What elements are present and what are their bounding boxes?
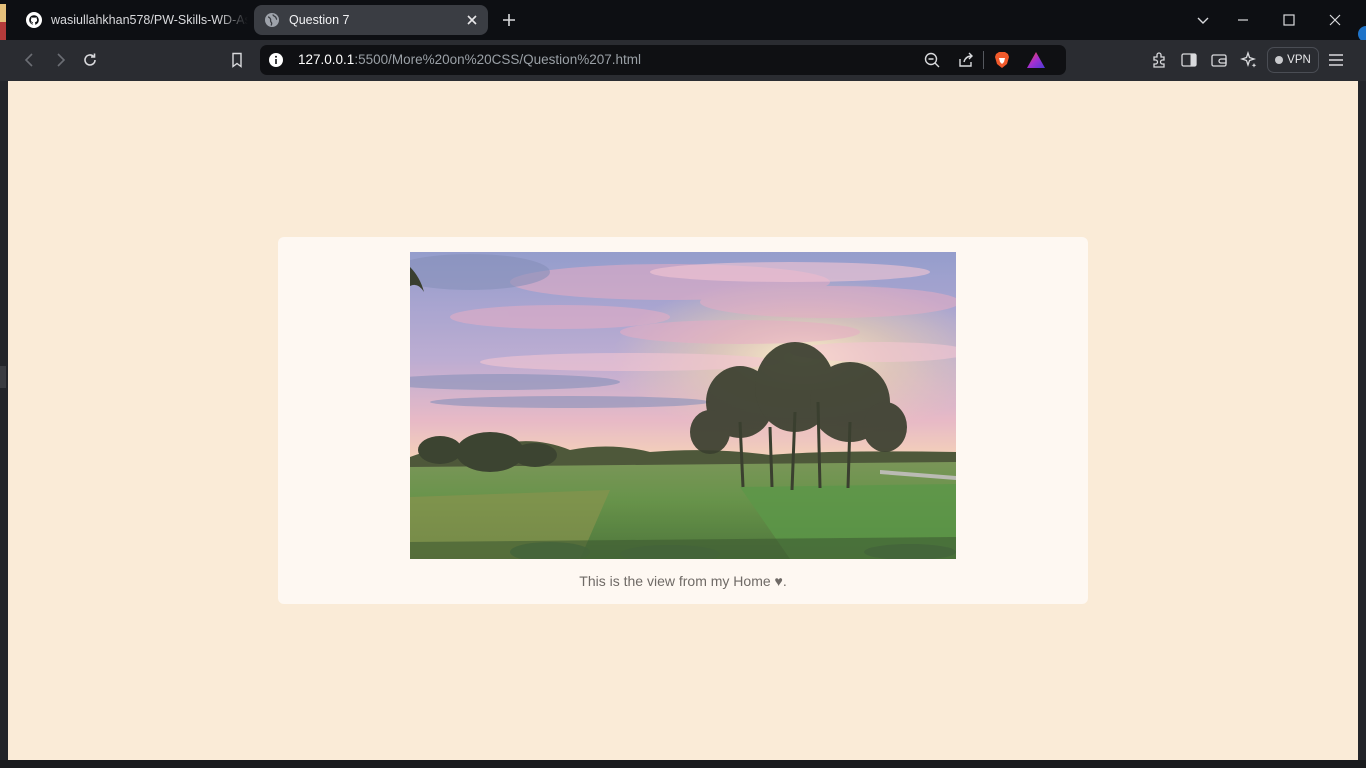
- new-tab-icon[interactable]: [500, 11, 518, 29]
- photo-caption: This is the view from my Home ♥.: [579, 573, 787, 589]
- share-icon[interactable]: [957, 51, 975, 69]
- site-info-icon[interactable]: [268, 52, 284, 68]
- menu-icon[interactable]: [1327, 51, 1345, 69]
- tab-title: wasiullahkhan578/PW-Skills-WD-Assignment…: [51, 13, 248, 27]
- home-view-photo: [410, 252, 956, 559]
- left-window-edge: [0, 81, 8, 760]
- address-url[interactable]: 127.0.0.1:5500/More%20on%20CSS/Question%…: [298, 52, 641, 67]
- zoom-out-icon[interactable]: [923, 51, 941, 69]
- tab-question-7[interactable]: Question 7: [254, 5, 488, 35]
- maximize-icon[interactable]: [1281, 12, 1297, 28]
- sidebar-toggle-icon[interactable]: [1180, 51, 1198, 69]
- back-icon[interactable]: [21, 51, 39, 69]
- reload-icon[interactable]: [81, 51, 99, 69]
- vpn-label: VPN: [1287, 54, 1311, 66]
- left-edge-marker-red: [0, 22, 6, 42]
- browser-window: wasiullahkhan578/PW-Skills-WD-Assignment…: [0, 0, 1366, 768]
- right-window-edge: [1358, 81, 1366, 760]
- tab-strip: wasiullahkhan578/PW-Skills-WD-Assignment…: [0, 0, 1366, 42]
- forward-icon[interactable]: [51, 51, 69, 69]
- window-bottom-edge: [0, 760, 1366, 768]
- close-window-icon[interactable]: [1327, 12, 1343, 28]
- github-icon: [26, 12, 42, 28]
- tab-github[interactable]: wasiullahkhan578/PW-Skills-WD-Assignment…: [16, 5, 248, 35]
- left-edge-marker: [0, 4, 6, 22]
- leo-ai-icon[interactable]: [1240, 51, 1258, 69]
- page-viewport: This is the view from my Home ♥.: [8, 81, 1358, 760]
- omnibox-divider: [983, 51, 984, 69]
- extensions-icon[interactable]: [1150, 51, 1168, 69]
- figure-card: This is the view from my Home ♥.: [278, 237, 1088, 604]
- wallet-icon[interactable]: [1210, 51, 1228, 69]
- url-host: 127.0.0.1: [298, 52, 355, 67]
- bookmark-icon[interactable]: [228, 51, 246, 69]
- globe-icon: [265, 13, 279, 27]
- vpn-button[interactable]: VPN: [1267, 47, 1319, 73]
- close-tab-icon[interactable]: [464, 12, 480, 28]
- tab-search-chevron-icon[interactable]: [1195, 12, 1211, 28]
- brave-rewards-icon[interactable]: [1026, 51, 1046, 69]
- left-edge-handle: [0, 366, 6, 388]
- brave-shields-icon[interactable]: [992, 50, 1012, 70]
- sunset-landscape-image: [410, 252, 956, 559]
- url-path: :5500/More%20on%20CSS/Question%207.html: [354, 52, 641, 67]
- tab-title: Question 7: [289, 13, 350, 27]
- vpn-status-icon: [1275, 56, 1284, 64]
- minimize-icon[interactable]: [1235, 12, 1251, 28]
